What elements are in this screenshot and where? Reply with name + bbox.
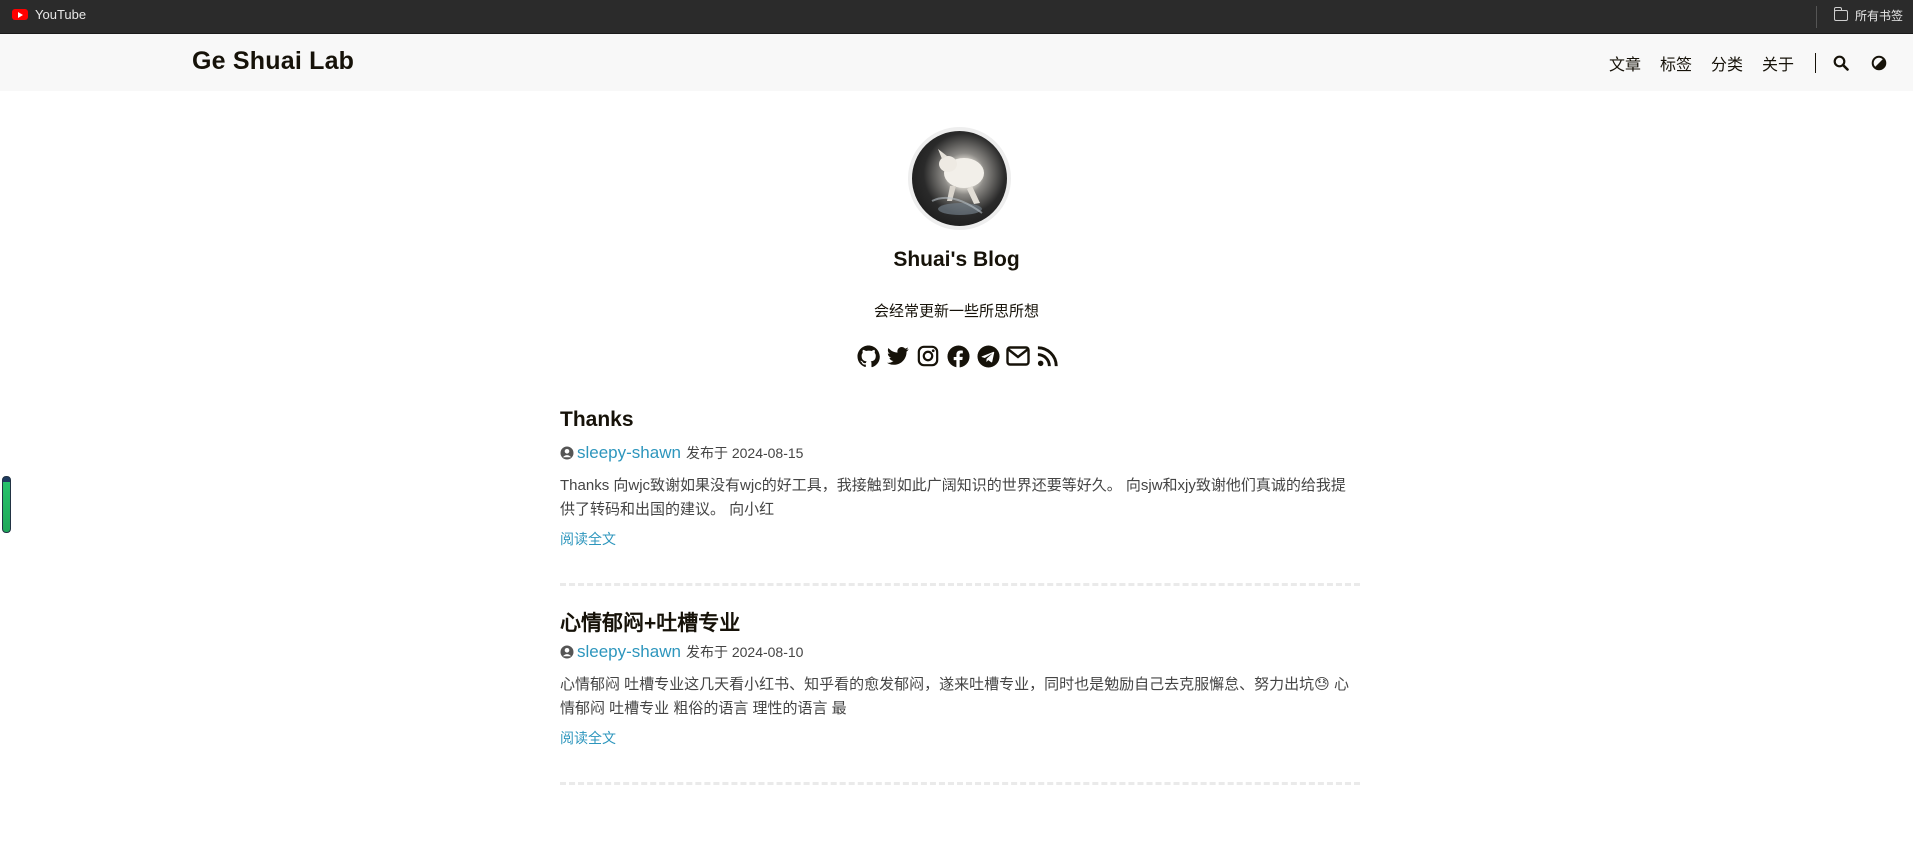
published-label: 发布于 [685,445,728,461]
published-label: 发布于 [685,644,728,660]
post-summary: Thanks 向wjc致谢如果没有wjc的好工具，我接触到如此广阔知识的世界还要… [560,477,1346,518]
telegram-icon[interactable] [976,344,1000,368]
post-meta: sleepy-shawn 发布于 2024-08-15 [560,443,803,463]
blog-title: Shuai's Blog [893,248,1020,271]
post-author[interactable]: sleepy-shawn [577,443,681,463]
nav-about[interactable]: 关于 [1762,51,1794,75]
bookmarks-bar: YouTube 所有书签 [0,0,1913,34]
post-author[interactable]: sleepy-shawn [577,642,681,662]
post-title[interactable]: 心情郁闷+吐槽专业 [560,607,740,637]
site-logo[interactable]: Ge Shuai Lab [192,47,354,76]
twitter-icon[interactable] [886,344,910,368]
read-more-link[interactable]: 阅读全文 [560,529,616,549]
avatar [908,127,1011,230]
instagram-icon[interactable] [916,344,940,368]
post-title[interactable]: Thanks [560,408,634,432]
social-links [856,344,1060,368]
user-circle-icon [560,446,574,460]
nav-divider [1815,52,1816,73]
email-icon[interactable] [1006,344,1030,368]
nav-tags[interactable]: 标签 [1660,51,1692,75]
nav-categories[interactable]: 分类 [1711,51,1743,75]
theme-toggle-icon[interactable] [1870,54,1888,72]
folder-icon [1834,7,1848,21]
read-more-link[interactable]: 阅读全文 [560,728,616,748]
search-icon[interactable] [1832,54,1850,72]
post-list: Thanks sleepy-shawn 发布于 2024-08-15 Thank… [560,405,1360,785]
nav-posts[interactable]: 文章 [1609,51,1641,75]
post-summary: 心情郁闷 吐槽专业这几天看小红书、知乎看的愈发郁闷，遂来吐槽专业，同时也是勉励自… [560,676,1349,717]
bookmark-youtube[interactable]: YouTube [12,7,86,22]
rss-icon[interactable] [1036,344,1060,368]
post-meta: sleepy-shawn 发布于 2024-08-10 [560,642,803,662]
bookmarks-divider [1816,6,1817,28]
post-date: 2024-08-15 [731,445,804,461]
github-icon[interactable] [856,344,880,368]
facebook-icon[interactable] [946,344,970,368]
all-bookmarks-button[interactable]: 所有书签 [1834,7,1903,24]
post-date: 2024-08-10 [731,644,804,660]
main-nav: 文章 标签 分类 关于 [1609,34,1913,91]
all-bookmarks-label: 所有书签 [1855,9,1904,23]
site-header: Ge Shuai Lab 文章 标签 分类 关于 [0,34,1913,91]
post-entry: Thanks sleepy-shawn 发布于 2024-08-15 Thank… [560,405,1360,586]
extension-side-handle[interactable] [2,476,11,533]
bookmark-label: YouTube [35,7,87,22]
post-entry: 心情郁闷+吐槽专业 sleepy-shawn 发布于 2024-08-10 心情… [560,604,1360,785]
youtube-icon [12,9,28,20]
blog-subtitle: 会经常更新一些所思所想 [873,303,1039,320]
user-circle-icon [560,645,574,659]
